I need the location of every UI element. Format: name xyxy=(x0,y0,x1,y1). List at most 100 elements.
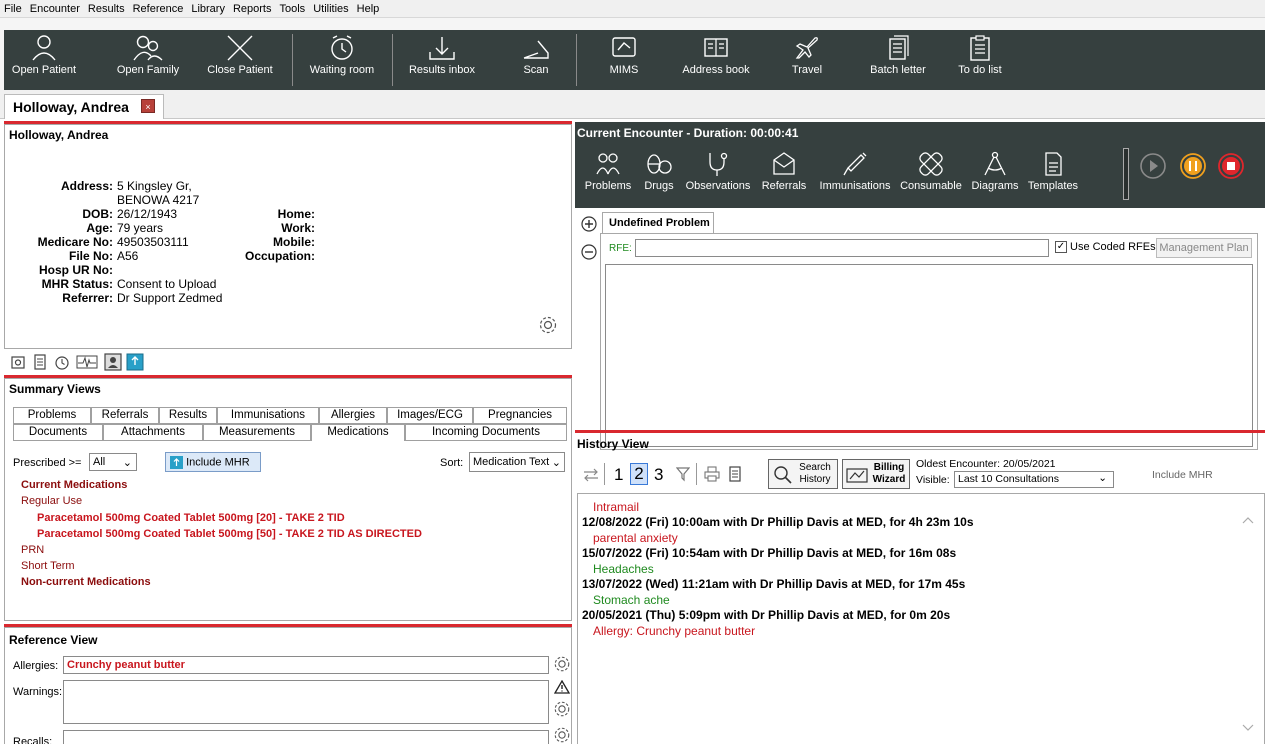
address-book-button[interactable]: Address book xyxy=(676,30,756,90)
mhr-status-label: MHR Status: xyxy=(41,277,113,291)
menu-encounter[interactable]: Encounter xyxy=(30,3,80,15)
include-mhr-label: Include MHR xyxy=(186,456,250,469)
patient-tab-name: Holloway, Andrea xyxy=(13,99,129,115)
consumable-button[interactable]: Consumable xyxy=(899,150,963,192)
tab-referrals[interactable]: Referrals xyxy=(91,407,159,424)
tab-images-ecg[interactable]: Images/ECG xyxy=(387,407,473,424)
referrals-label: Referrals xyxy=(761,180,807,192)
remove-problem-icon[interactable] xyxy=(581,244,597,260)
gear-icon[interactable] xyxy=(538,315,558,335)
menu-reference[interactable]: Reference xyxy=(133,3,184,15)
tab-incoming-documents[interactable]: Incoming Documents xyxy=(405,424,567,441)
mhr-icon[interactable] xyxy=(126,353,144,371)
tab-allergies[interactable]: Allergies xyxy=(319,407,387,424)
chevron-down-icon: ⌄ xyxy=(1098,472,1107,484)
diagrams-button[interactable]: Diagrams xyxy=(967,150,1023,192)
person-icon xyxy=(32,35,56,61)
management-plan-button[interactable]: Management Plan xyxy=(1156,238,1252,258)
scroll-up-icon[interactable] xyxy=(1242,516,1254,524)
print-icon[interactable] xyxy=(704,466,720,482)
gear-icon[interactable] xyxy=(553,655,571,673)
encounter-notes-area[interactable] xyxy=(605,264,1253,447)
medication-item[interactable]: Paracetamol 500mg Coated Tablet 500mg [2… xyxy=(37,512,345,524)
encounter-scrollbar[interactable] xyxy=(1123,148,1129,200)
notes-icon[interactable] xyxy=(728,466,742,482)
visible-select[interactable]: Last 10 Consultations ⌄ xyxy=(954,471,1114,488)
hosp-ur-label: Hosp UR No: xyxy=(39,263,113,277)
menu-tools[interactable]: Tools xyxy=(280,3,306,15)
search-history-button[interactable]: Search History xyxy=(768,459,838,489)
include-mhr-label[interactable]: Include MHR xyxy=(1152,469,1213,481)
use-coded-rfes-checkbox[interactable]: ✓ xyxy=(1055,241,1067,253)
problems-button[interactable]: Problems xyxy=(583,150,633,192)
mims-button[interactable]: MIMS xyxy=(594,30,654,90)
history-entry-header[interactable]: 13/07/2022 (Wed) 11:21am with Dr Phillip… xyxy=(582,577,965,591)
gear-icon[interactable] xyxy=(553,726,571,744)
history-entry-header[interactable]: 15/07/2022 (Fri) 10:54am with Dr Phillip… xyxy=(582,546,956,560)
clock-icon[interactable] xyxy=(54,354,70,370)
id-card-icon[interactable] xyxy=(104,353,122,371)
patient-tab[interactable]: Holloway, Andrea × xyxy=(4,94,164,119)
menu-reports[interactable]: Reports xyxy=(233,3,272,15)
play-icon[interactable] xyxy=(1139,152,1167,180)
filter-icon[interactable] xyxy=(676,466,690,482)
tab-undefined-problem[interactable]: Undefined Problem xyxy=(602,212,714,234)
referrals-button[interactable]: Referrals xyxy=(757,150,811,192)
waiting-room-button[interactable]: Waiting room xyxy=(304,30,380,90)
menu-help[interactable]: Help xyxy=(357,3,380,15)
tab-problems[interactable]: Problems xyxy=(13,407,91,424)
tab-attachments[interactable]: Attachments xyxy=(103,424,203,441)
observations-button[interactable]: Observations xyxy=(683,150,753,192)
tab-medications[interactable]: Medications xyxy=(311,424,405,441)
medication-item[interactable]: Paracetamol 500mg Coated Tablet 500mg [5… xyxy=(37,528,422,540)
prescribed-select[interactable]: All ⌄ xyxy=(89,453,137,471)
drugs-button[interactable]: Drugs xyxy=(639,150,679,192)
close-tab-icon[interactable]: × xyxy=(141,99,155,113)
rfe-input[interactable] xyxy=(635,239,1049,257)
billing-wizard-button[interactable]: Billing Wizard xyxy=(842,459,910,489)
include-mhr-button[interactable]: Include MHR xyxy=(165,452,261,472)
tab-documents[interactable]: Documents xyxy=(13,424,103,441)
sort-select[interactable]: Medication Text ⌄ xyxy=(469,452,565,472)
history-page-2[interactable]: 2 xyxy=(630,463,648,485)
history-page-3[interactable]: 3 xyxy=(654,465,663,485)
pause-icon[interactable] xyxy=(1179,152,1207,180)
templates-button[interactable]: Templates xyxy=(1025,150,1081,192)
batch-letter-button[interactable]: Batch letter xyxy=(864,30,932,90)
camera-icon[interactable] xyxy=(10,354,26,370)
travel-button[interactable]: Travel xyxy=(782,30,832,90)
swap-arrows-icon[interactable] xyxy=(582,467,600,483)
visible-value: Last 10 Consultations xyxy=(958,473,1059,485)
tab-measurements[interactable]: Measurements xyxy=(203,424,311,441)
close-patient-button[interactable]: Close Patient xyxy=(202,30,278,90)
tab-immunisations[interactable]: Immunisations xyxy=(217,407,319,424)
tab-results[interactable]: Results xyxy=(159,407,217,424)
results-inbox-button[interactable]: Results inbox xyxy=(402,30,482,90)
gear-icon[interactable] xyxy=(553,700,571,718)
add-problem-icon[interactable] xyxy=(581,216,597,232)
open-family-button[interactable]: Open Family xyxy=(112,30,184,90)
todo-list-button[interactable]: To do list xyxy=(950,30,1010,90)
bandage-icon xyxy=(919,152,943,176)
menu-library[interactable]: Library xyxy=(191,3,225,15)
recalls-field[interactable] xyxy=(63,730,549,744)
travel-label: Travel xyxy=(791,64,823,76)
immunisations-button[interactable]: Immunisations xyxy=(815,150,895,192)
history-entry-header[interactable]: 12/08/2022 (Fri) 10:00am with Dr Phillip… xyxy=(582,515,974,529)
history-page-1[interactable]: 1 xyxy=(614,465,623,485)
reference-view-title: Reference View xyxy=(9,633,98,647)
warnings-field[interactable] xyxy=(63,680,549,724)
menu-file[interactable]: File xyxy=(4,3,22,15)
open-patient-button[interactable]: Open Patient xyxy=(8,30,80,90)
history-toolbar: 1 2 3 Search History Billing Wizard Olde… xyxy=(578,455,1265,493)
scan-button[interactable]: Scan xyxy=(506,30,566,90)
notes-icon[interactable] xyxy=(32,354,48,370)
allergies-field[interactable]: Crunchy peanut butter xyxy=(63,656,549,674)
menu-utilities[interactable]: Utilities xyxy=(313,3,348,15)
ecg-icon[interactable] xyxy=(76,354,98,370)
tab-pregnancies[interactable]: Pregnancies xyxy=(473,407,567,424)
scroll-down-icon[interactable] xyxy=(1242,724,1254,732)
history-entry-header[interactable]: 20/05/2021 (Thu) 5:09pm with Dr Phillip … xyxy=(582,608,950,622)
menu-results[interactable]: Results xyxy=(88,3,125,15)
stop-icon[interactable] xyxy=(1217,152,1245,180)
